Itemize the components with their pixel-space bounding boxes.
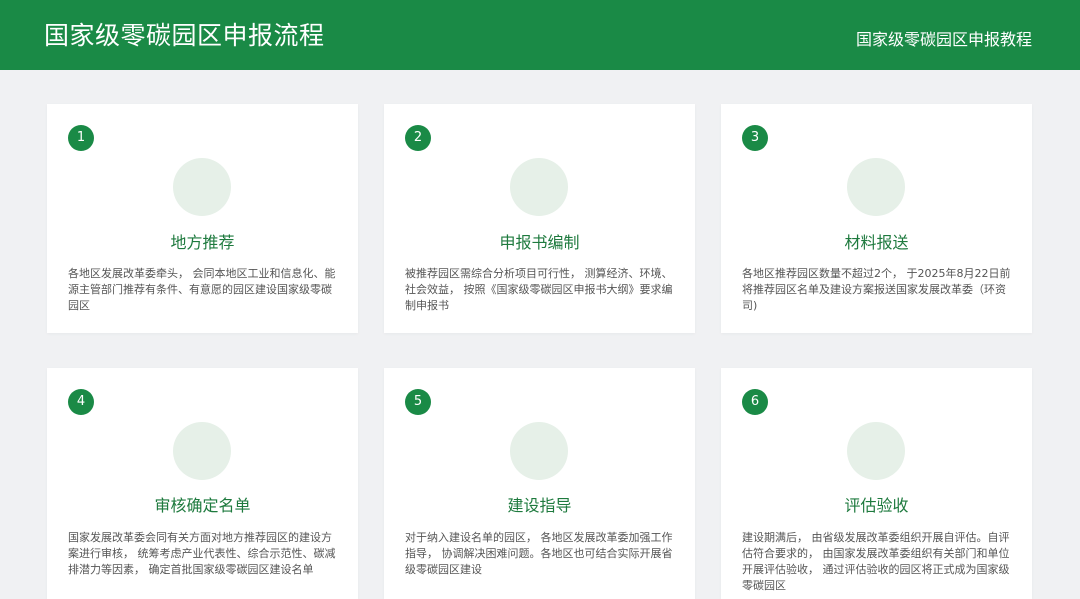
step-description: 各地区发展改革委牵头， 会同本地区工业和信息化、能源主管部门推荐有条件、有意愿的… <box>68 267 336 312</box>
step-number-badge: 1 <box>68 125 94 151</box>
step-icon-placeholder <box>510 158 568 216</box>
step-icon-placeholder <box>847 422 905 480</box>
step-title: 地方推荐 <box>170 233 235 252</box>
step-number-badge: 4 <box>68 389 94 415</box>
step-icon-placeholder <box>173 158 231 216</box>
step-card-3: 3 材料报送 各地区推荐园区数量不超过2个， 于2025年8月22日前将推荐园区… <box>721 104 1032 333</box>
step-card-1: 1 地方推荐 各地区发展改革委牵头， 会同本地区工业和信息化、能源主管部门推荐有… <box>47 104 358 333</box>
step-description: 各地区推荐园区数量不超过2个， 于2025年8月22日前将推荐园区名单及建设方案… <box>742 267 1011 312</box>
step-icon-placeholder <box>847 158 905 216</box>
step-title: 建设指导 <box>507 496 572 515</box>
step-number-badge: 2 <box>405 125 431 151</box>
step-number-badge: 3 <box>742 125 768 151</box>
header-bar: 国家级零碳园区申报流程 国家级零碳园区申报教程 <box>0 0 1080 70</box>
step-card-5: 5 建设指导 对于纳入建设名单的园区， 各地区发展改革委加强工作指导， 协调解决… <box>384 368 695 599</box>
step-title: 评估验收 <box>844 496 909 515</box>
step-title: 审核确定名单 <box>154 496 251 515</box>
step-description: 对于纳入建设名单的园区， 各地区发展改革委加强工作指导， 协调解决困难问题。各地… <box>405 531 673 576</box>
page-title: 国家级零碳园区申报流程 <box>44 21 325 50</box>
step-icon-placeholder <box>510 422 568 480</box>
step-card-6: 6 评估验收 建设期满后， 由省级发展改革委组织开展自评估。自评估符合要求的， … <box>721 368 1032 599</box>
page-subtitle: 国家级零碳园区申报教程 <box>855 30 1032 49</box>
step-number-badge: 6 <box>742 389 768 415</box>
step-card-4: 4 审核确定名单 国家发展改革委会同有关方面对地方推荐园区的建设方案进行审核， … <box>47 368 358 599</box>
step-title: 申报书编制 <box>499 233 580 252</box>
step-title: 材料报送 <box>844 233 909 252</box>
step-description: 国家发展改革委会同有关方面对地方推荐园区的建设方案进行审核， 统筹考虑产业代表性… <box>68 531 336 576</box>
step-description: 建设期满后， 由省级发展改革委组织开展自评估。自评估符合要求的， 由国家发展改革… <box>742 531 1010 592</box>
step-icon-placeholder <box>173 422 231 480</box>
step-description: 被推荐园区需综合分析项目可行性， 测算经济、环境、社会效益， 按照《国家级零碳园… <box>405 267 673 312</box>
step-number-badge: 5 <box>405 389 431 415</box>
step-card-2: 2 申报书编制 被推荐园区需综合分析项目可行性， 测算经济、环境、社会效益， 按… <box>384 104 695 333</box>
